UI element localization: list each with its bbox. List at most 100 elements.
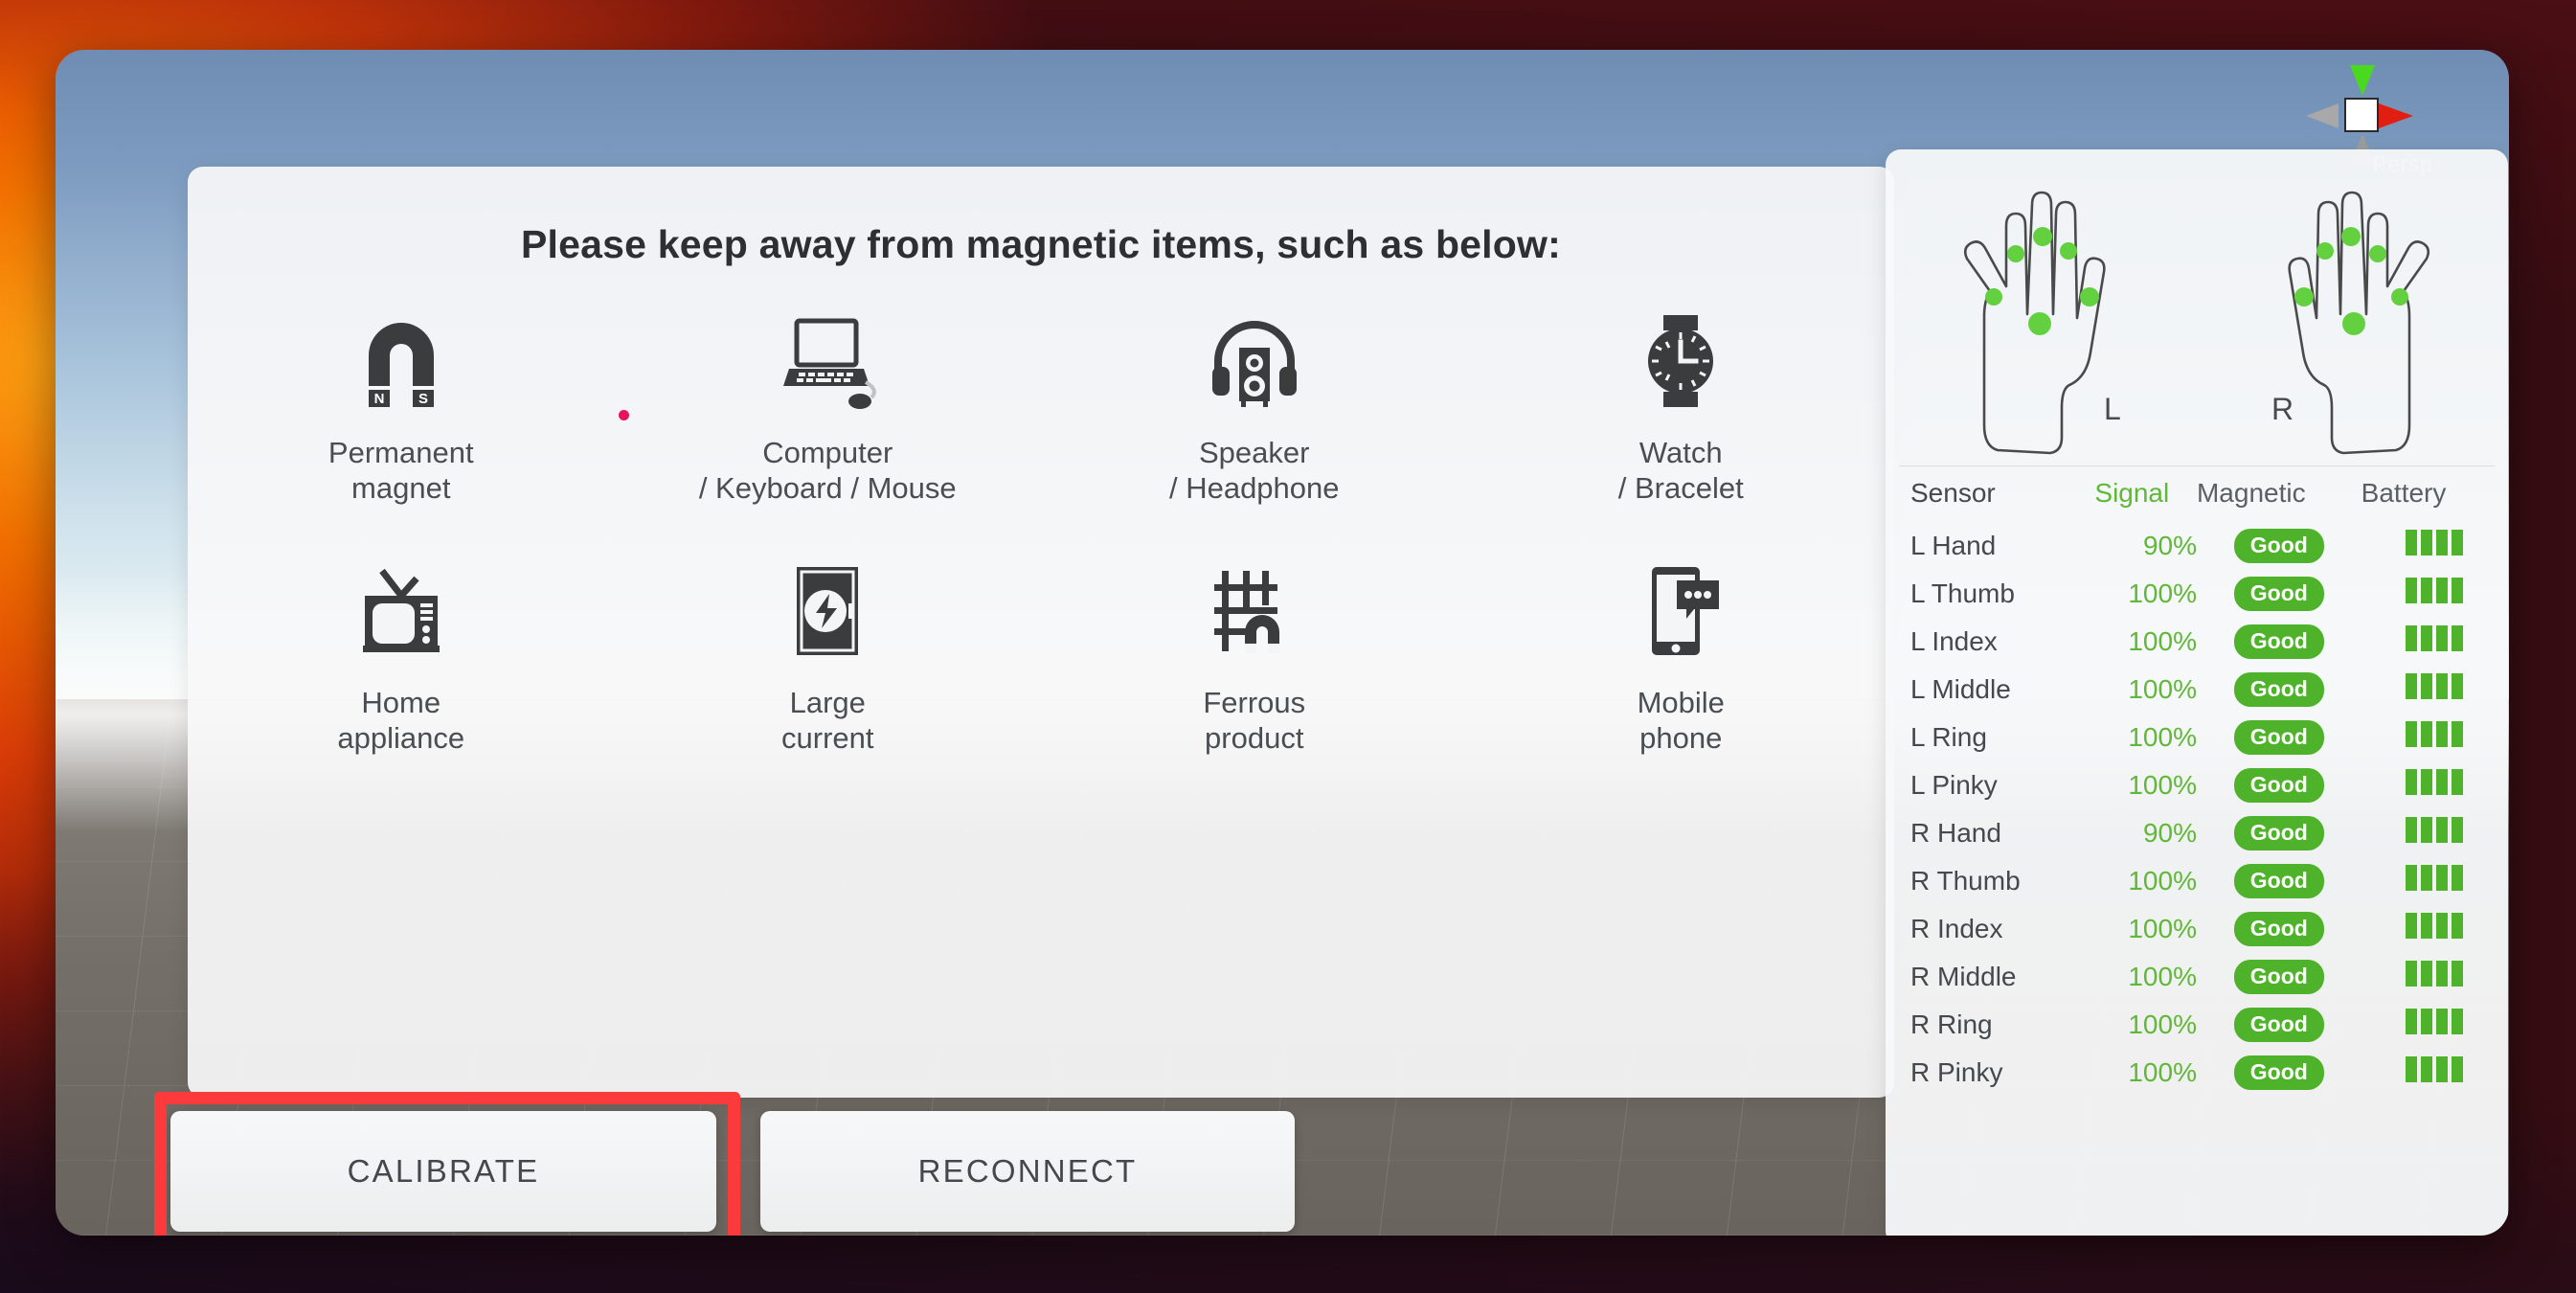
caption-line-1: Watch (1638, 436, 1723, 469)
cell-magnetic-status: Good (2197, 761, 2361, 809)
cell-battery-level (2361, 1049, 2508, 1097)
page-title: Please keep away from magnetic items, su… (521, 222, 1561, 266)
cell-sensor-name: R Ring (1910, 1009, 1993, 1039)
cell-magnetic-status: Good (2197, 1001, 2361, 1049)
caption-line-1: Mobile (1637, 686, 1725, 720)
cell-battery-level (2361, 570, 2508, 618)
cell-signal-strength: 90% (2142, 531, 2197, 560)
caption-line-2: current (781, 720, 874, 755)
table-row: R Thumb 100% Good (1886, 857, 2508, 905)
cell-signal-strength: 90% (2142, 818, 2197, 848)
cell-sensor-name: L Pinky (1910, 770, 1998, 800)
status-badge: Good (2233, 912, 2324, 946)
warning-item-watch: Watch / Bracelet (1468, 307, 1895, 506)
watch-icon (1639, 307, 1722, 415)
calibrate-button[interactable]: CALIBRATE (170, 1111, 716, 1232)
battery-icon (2406, 1056, 2464, 1082)
table-body: L Hand 90% Good L Thumb 100% Good L Index 100% G… (1886, 522, 2508, 1097)
battery-icon (2406, 530, 2464, 556)
battery-icon (2406, 769, 2464, 795)
warning-item-caption: Ferrous product (1203, 686, 1305, 756)
status-badge: Good (2233, 720, 2324, 755)
battery-icon (2406, 913, 2464, 939)
warning-item-caption: Home appliance (337, 686, 464, 756)
cell-magnetic-status: Good (2197, 905, 2361, 953)
warning-item-caption: Computer / Keyboard / Mouse (699, 436, 957, 506)
cell-magnetic-status: Good (2197, 953, 2361, 1001)
warning-item-caption: Watch / Bracelet (1618, 436, 1744, 506)
caption-line-2: appliance (337, 720, 465, 755)
warning-item-caption: Mobile phone (1638, 686, 1725, 756)
battery-icon (2406, 721, 2464, 747)
table-row: L Middle 100% Good (1886, 666, 2508, 714)
battery-icon (2406, 961, 2464, 987)
mobile-phone-icon (1637, 557, 1725, 665)
cell-signal-strength: 100% (2128, 1057, 2197, 1087)
battery-icon (2406, 578, 2464, 603)
battery-icon (2406, 817, 2464, 843)
status-badge: Good (2233, 1055, 2324, 1090)
cursor-pointer-dot (619, 410, 629, 420)
cell-sensor-name: L Hand (1910, 531, 1997, 560)
status-badge: Good (2233, 864, 2324, 898)
caption-line-1: Computer (762, 436, 893, 469)
table-row: R Middle 100% Good (1886, 953, 2508, 1001)
svg-text:N: N (373, 391, 384, 407)
cell-magnetic-status: Good (2197, 522, 2361, 570)
warning-item-large-current: Large current (615, 557, 1042, 756)
table-row: R Index 100% Good (1886, 905, 2508, 953)
cell-sensor-name: R Thumb (1910, 866, 2021, 896)
status-badge: Good (2233, 768, 2324, 803)
cell-battery-level (2361, 714, 2508, 761)
reconnect-button[interactable]: RECONNECT (760, 1111, 1295, 1232)
status-badge: Good (2233, 1008, 2324, 1042)
laptop-mouse-icon (778, 307, 877, 415)
cell-battery-level (2361, 905, 2508, 953)
header-magnetic: Magnetic (2196, 478, 2306, 508)
cell-battery-level (2361, 761, 2508, 809)
battery-icon (2406, 625, 2464, 651)
caption-line-2: / Bracelet (1617, 470, 1744, 505)
axis-center-cube-icon[interactable] (2344, 98, 2379, 132)
header-signal: Signal (2094, 478, 2170, 508)
axis-cone-negx-icon[interactable] (2306, 103, 2339, 128)
svg-text:S: S (418, 391, 428, 407)
caption-line-1: Speaker (1199, 436, 1310, 469)
cell-signal-strength: 100% (2128, 770, 2197, 800)
cell-magnetic-status: Good (2197, 714, 2361, 761)
caption-line-2: / Headphone (1168, 470, 1340, 505)
unity-game-view[interactable]: Persp Please keep away from magnetic ite… (56, 50, 2509, 1236)
cell-sensor-name: L Thumb (1910, 578, 2015, 608)
warning-icon-grid: N S Permanent magnet Computer / Keyboard… (188, 307, 1894, 756)
cell-magnetic-status: Good (2197, 618, 2361, 666)
caption-line-1: Ferrous (1203, 686, 1306, 720)
table-row: R Pinky 100% Good (1886, 1049, 2508, 1097)
ferrous-magnet-icon (1207, 557, 1302, 665)
table-row: L Thumb 100% Good (1886, 570, 2508, 618)
magnetic-warning-card: Please keep away from magnetic items, su… (188, 167, 1894, 1098)
caption-line-1: Home (361, 686, 441, 720)
caption-line-1: Large (789, 686, 866, 720)
header-battery: Battery (2361, 478, 2447, 508)
table-row: L Index 100% Good (1886, 618, 2508, 666)
cell-battery-level (2361, 857, 2508, 905)
cell-battery-level (2361, 809, 2508, 857)
cell-battery-level (2361, 953, 2508, 1001)
table-header-row: Sensor Signal Magnetic Battery (1886, 466, 2508, 522)
axis-cone-x-icon[interactable] (2379, 103, 2413, 128)
cell-magnetic-status: Good (2197, 809, 2361, 857)
table-row: L Ring 100% Good (1886, 714, 2508, 761)
warning-item-mobile-phone: Mobile phone (1468, 557, 1895, 756)
cell-signal-strength: 100% (2128, 914, 2197, 943)
status-badge: Good (2233, 672, 2324, 707)
axis-cone-y-icon[interactable] (2350, 65, 2375, 96)
warning-item-caption: Speaker / Headphone (1169, 436, 1340, 506)
header-sensor: Sensor (1910, 478, 1996, 508)
left-hand-label: L (2104, 392, 2121, 426)
cell-signal-strength: 100% (2128, 866, 2197, 896)
caption-line-2: product (1205, 720, 1304, 755)
table-row: L Pinky 100% Good (1886, 761, 2508, 809)
caption-line-2: / Keyboard / Mouse (698, 470, 957, 505)
cell-signal-strength: 100% (2128, 674, 2197, 704)
right-hand-label: R (2271, 392, 2294, 426)
